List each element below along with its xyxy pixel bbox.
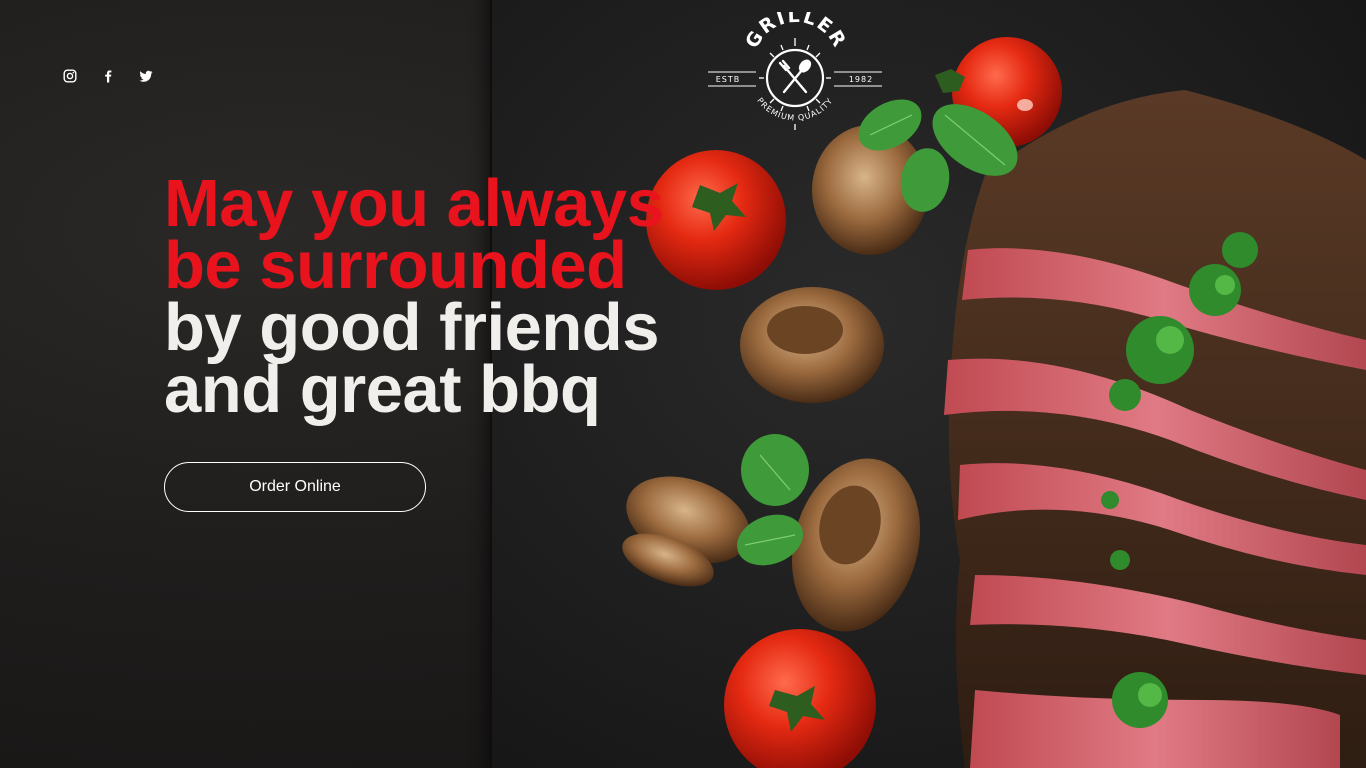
headline-line-1: May you always	[164, 166, 664, 241]
headline-line-3: by good friends	[164, 290, 660, 365]
logo-tagline: PREMIUM QUALITY	[755, 96, 834, 122]
headline-line-2: be surrounded	[164, 228, 627, 303]
logo-brand: GRILLER	[741, 12, 851, 52]
hero-section: GRILLER ESTB 1982 PREMIUM QUALITY May yo…	[0, 0, 1366, 768]
facebook-icon[interactable]	[101, 69, 115, 83]
twitter-icon[interactable]	[139, 69, 153, 83]
griller-logo[interactable]: GRILLER ESTB 1982 PREMIUM QUALITY	[704, 12, 886, 148]
instagram-icon[interactable]	[63, 69, 77, 83]
headline-line-4: and great bbq	[164, 352, 601, 427]
fork-spoon-icon	[778, 59, 812, 94]
order-online-button[interactable]: Order Online	[164, 462, 426, 512]
logo-year: 1982	[849, 75, 873, 84]
social-links	[63, 69, 153, 83]
logo-estb: ESTB	[716, 75, 741, 84]
hero-headline: May you always be surrounded by good fri…	[164, 166, 724, 427]
